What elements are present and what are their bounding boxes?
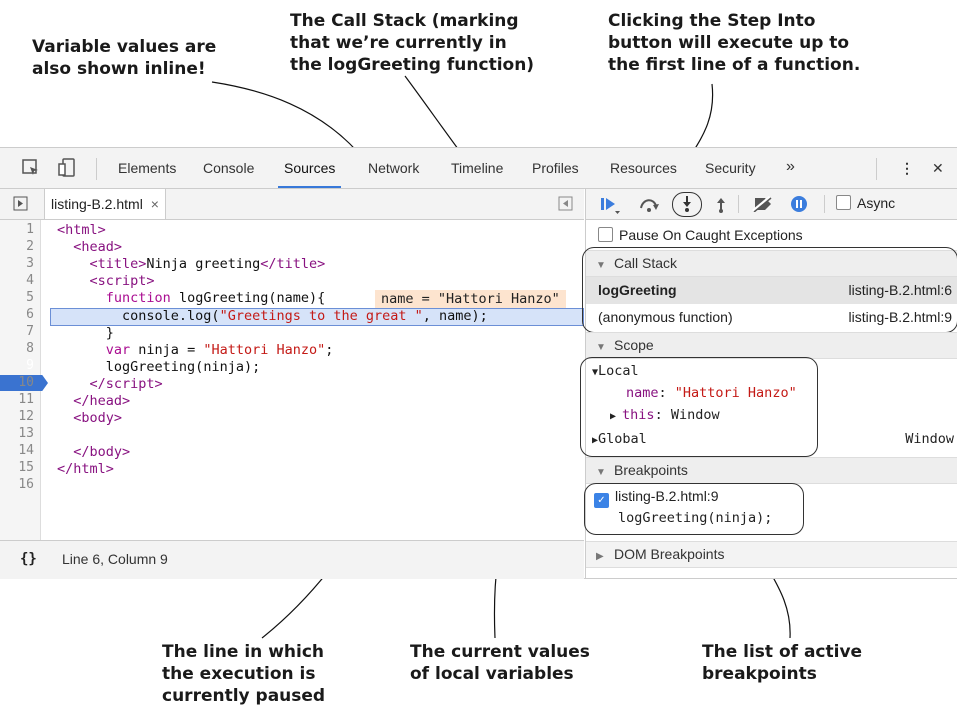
code-line-11: </head>: [73, 393, 131, 409]
code-line-6: console.log("Greetings to the great ", n…: [122, 308, 488, 324]
inspect-element-icon[interactable]: [22, 159, 40, 180]
step-into-icon: [680, 195, 694, 216]
pretty-print-button[interactable]: {}: [20, 551, 37, 567]
line-number[interactable]: 4: [0, 273, 34, 288]
async-checkbox[interactable]: Async: [836, 195, 895, 211]
code-line-3: <title>Ninja greeting</title>: [89, 256, 326, 272]
device-mode-icon[interactable]: [58, 158, 76, 181]
call-stack-highlight-circle: [582, 247, 957, 333]
dom-breakpoints-title: DOM Breakpoints: [614, 546, 725, 562]
devtools-window: Elements Console Sources Network Timelin…: [0, 147, 957, 579]
line-number[interactable]: 9: [0, 358, 34, 373]
tab-profiles[interactable]: Profiles: [532, 160, 579, 176]
pause-on-exceptions-icon[interactable]: [790, 195, 808, 216]
file-tab[interactable]: listing-B.2.html ×: [44, 189, 166, 219]
scope-global-value: Window: [905, 431, 954, 447]
main-tabbar: Elements Console Sources Network Timelin…: [0, 148, 957, 189]
line-number[interactable]: 15: [0, 460, 34, 475]
code-line-15: </html>: [57, 461, 114, 477]
line-number[interactable]: 16: [0, 477, 34, 492]
file-tab-label: listing-B.2.html: [51, 196, 143, 212]
tab-elements[interactable]: Elements: [118, 160, 176, 176]
line-number[interactable]: 10: [0, 375, 34, 390]
tab-resources[interactable]: Resources: [610, 160, 677, 176]
code-line-12: <body>: [73, 410, 123, 426]
annotation-inline-values: Variable values are also shown inline!: [32, 37, 217, 79]
annotation-breakpoints: The list of active breakpoints: [702, 642, 863, 684]
step-over-icon[interactable]: [638, 196, 660, 217]
tab-timeline[interactable]: Timeline: [451, 160, 503, 176]
close-file-icon[interactable]: ×: [151, 196, 159, 212]
annotation-call-stack: The Call Stack (marking that we’re curre…: [290, 11, 535, 75]
line-number[interactable]: 7: [0, 324, 34, 339]
more-tabs-button[interactable]: »: [786, 158, 795, 176]
line-number[interactable]: 8: [0, 341, 34, 356]
line-number[interactable]: 12: [0, 409, 34, 424]
code-line-7: }: [105, 325, 114, 341]
breakpoints-header[interactable]: ▼ Breakpoints: [586, 457, 957, 484]
file-tab-bar: listing-B.2.html ×: [0, 189, 584, 220]
debugger-sidebar: Async Pause On Caught Exceptions ▼ Call S…: [580, 189, 957, 578]
cursor-position: Line 6, Column 9: [62, 551, 168, 567]
line-number[interactable]: 6: [0, 307, 34, 322]
tab-network[interactable]: Network: [368, 160, 419, 176]
breakpoints-highlight-circle: [584, 483, 804, 535]
breakpoints-title: Breakpoints: [614, 462, 688, 478]
code-line-8: var ninja = "Hattori Hanzo";: [105, 342, 334, 358]
line-number[interactable]: 1: [0, 222, 34, 237]
code-line-14: </body>: [73, 444, 131, 460]
code-editor[interactable]: 1 2 3 4 5 6 7 8 9 10 11 12 13 14 15 16 <html> <head> <t…: [0, 220, 584, 540]
dom-breakpoints-header[interactable]: ▶ DOM Breakpoints: [586, 541, 957, 568]
scope-header[interactable]: ▼ Scope: [586, 332, 957, 359]
pause-on-caught-label: Pause On Caught Exceptions: [619, 227, 803, 243]
annotation-step-into: Clicking the Step Into button will execu…: [608, 11, 861, 75]
code-line-2: <head>: [73, 239, 123, 255]
code-line-1: <html>: [57, 222, 106, 238]
code-line-10: </script>: [89, 376, 163, 392]
menu-icon[interactable]: ⋮: [900, 160, 914, 177]
annotation-paused-line: The line in which the execution is curre…: [162, 642, 326, 706]
scope-title: Scope: [614, 337, 654, 353]
annotation-local-vars: The current values of local variables: [410, 642, 590, 684]
deactivate-breakpoints-icon[interactable]: [752, 195, 774, 215]
code-line-4: <script>: [89, 273, 155, 289]
line-number[interactable]: 3: [0, 256, 34, 271]
line-number[interactable]: 13: [0, 426, 34, 441]
debugger-toolbar: Async: [586, 189, 957, 220]
inline-variable-value: name = "Hattori Hanzo": [375, 290, 566, 308]
line-number[interactable]: 14: [0, 443, 34, 458]
pause-on-caught-row[interactable]: Pause On Caught Exceptions: [586, 220, 957, 250]
toggle-navigator-icon[interactable]: [13, 196, 29, 215]
async-label: Async: [857, 195, 896, 211]
code-line-5: function logGreeting(name){: [105, 290, 326, 306]
step-out-icon[interactable]: [714, 195, 728, 216]
close-icon[interactable]: ✕: [932, 160, 944, 177]
status-bar: {} Line 6, Column 9: [0, 540, 584, 579]
line-number[interactable]: 2: [0, 239, 34, 254]
tab-console[interactable]: Console: [203, 160, 254, 176]
resume-icon[interactable]: [600, 196, 622, 217]
toggle-debugger-icon[interactable]: [558, 196, 574, 215]
tab-security[interactable]: Security: [705, 160, 756, 176]
line-number[interactable]: 5: [0, 290, 34, 305]
line-number[interactable]: 11: [0, 392, 34, 407]
local-scope-highlight-circle: [580, 357, 818, 457]
code-line-9: logGreeting(ninja);: [105, 359, 261, 375]
tab-sources[interactable]: Sources: [277, 160, 342, 188]
